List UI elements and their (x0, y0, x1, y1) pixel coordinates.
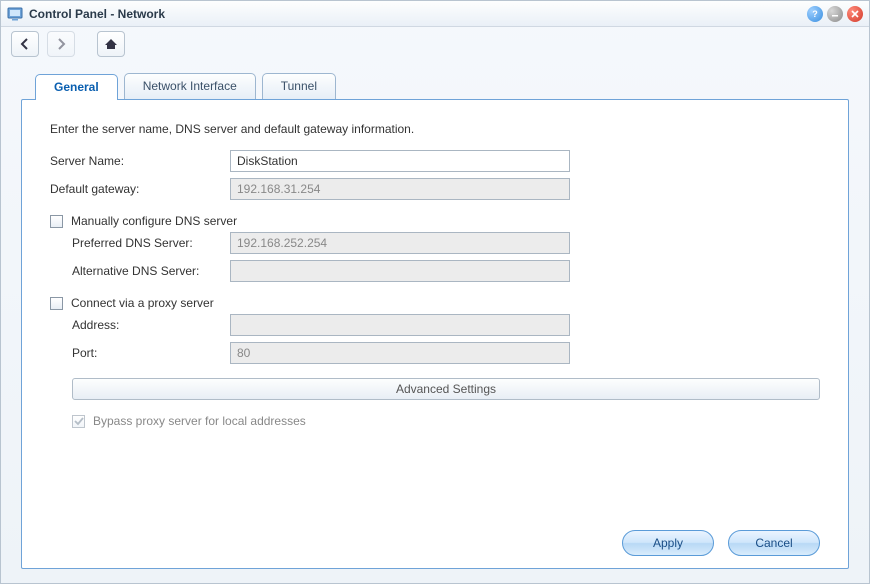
titlebar: Control Panel - Network ? (1, 1, 869, 27)
tab-tunnel[interactable]: Tunnel (262, 73, 336, 99)
port-input (230, 342, 570, 364)
row-bypass: Bypass proxy server for local addresses (72, 414, 820, 428)
advanced-settings-button[interactable]: Advanced Settings (72, 378, 820, 400)
window: Control Panel - Network ? General N (0, 0, 870, 584)
row-server-name: Server Name: (50, 150, 820, 172)
minimize-button[interactable] (827, 6, 843, 22)
label-port: Port: (72, 346, 230, 360)
label-server-name: Server Name: (50, 154, 230, 168)
label-preferred-dns: Preferred DNS Server: (72, 236, 230, 250)
row-proxy: Connect via a proxy server (50, 296, 820, 310)
alt-dns-input (230, 260, 570, 282)
preferred-dns-input (230, 232, 570, 254)
help-button[interactable]: ? (807, 6, 823, 22)
address-input (230, 314, 570, 336)
panel-general: Enter the server name, DNS server and de… (21, 99, 849, 569)
row-default-gateway: Default gateway: (50, 178, 820, 200)
label-alt-dns: Alternative DNS Server: (72, 264, 230, 278)
default-gateway-input (230, 178, 570, 200)
row-preferred-dns: Preferred DNS Server: (72, 232, 820, 254)
app-icon (7, 6, 23, 22)
window-title: Control Panel - Network (29, 7, 807, 21)
label-bypass: Bypass proxy server for local addresses (93, 414, 306, 428)
home-button[interactable] (97, 31, 125, 57)
close-button[interactable] (847, 6, 863, 22)
footer-buttons: Apply Cancel (50, 520, 820, 556)
back-button[interactable] (11, 31, 39, 57)
proxy-checkbox[interactable] (50, 297, 63, 310)
tab-general[interactable]: General (35, 74, 118, 100)
forward-button[interactable] (47, 31, 75, 57)
label-address: Address: (72, 318, 230, 332)
apply-button[interactable]: Apply (622, 530, 714, 556)
svg-text:?: ? (812, 9, 818, 19)
row-address: Address: (72, 314, 820, 336)
row-manual-dns: Manually configure DNS server (50, 214, 820, 228)
row-alt-dns: Alternative DNS Server: (72, 260, 820, 282)
cancel-button[interactable]: Cancel (728, 530, 820, 556)
content: General Network Interface Tunnel Enter t… (1, 61, 869, 583)
tab-bar: General Network Interface Tunnel (35, 73, 849, 99)
label-proxy: Connect via a proxy server (71, 296, 214, 310)
bypass-checkbox (72, 415, 85, 428)
window-controls: ? (807, 6, 863, 22)
label-manual-dns: Manually configure DNS server (71, 214, 237, 228)
tab-network-interface[interactable]: Network Interface (124, 73, 256, 99)
toolbar (1, 27, 869, 61)
row-port: Port: (72, 342, 820, 364)
label-default-gateway: Default gateway: (50, 182, 230, 196)
manual-dns-checkbox[interactable] (50, 215, 63, 228)
intro-text: Enter the server name, DNS server and de… (50, 122, 820, 136)
server-name-input[interactable] (230, 150, 570, 172)
